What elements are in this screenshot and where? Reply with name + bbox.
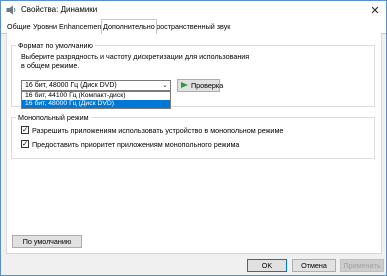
tab-general[interactable]: Общие [6,21,32,33]
close-button[interactable]: ✕ [364,1,386,19]
restore-defaults-button[interactable]: По умолчанию [12,235,82,248]
sample-format-value: 16 бит, 48000 Гц (Диск DVD) [25,82,117,89]
window-title: Свойства: Динамики [21,5,98,14]
close-icon: ✕ [370,4,380,17]
tab-advanced[interactable]: Дополнительно [101,19,157,34]
allow-exclusive-checkbox[interactable]: ✓ [21,126,29,134]
checkmark-icon: ✓ [22,139,29,148]
test-button-label: Проверка [191,81,224,90]
sample-format-dropdown: 16 бит, 44100 Гц (Компакт-диск) 16 бит, … [21,91,171,109]
sample-format-select[interactable]: 16 бит, 48000 Гц (Диск DVD) ⌄ [21,80,171,91]
allow-exclusive-label: Разрешить приложениям использовать устро… [32,125,284,135]
format-option-44100[interactable]: 16 бит, 44100 Гц (Компакт-диск) [22,92,170,100]
title-bar[interactable]: Свойства: Динамики ✕ [1,1,386,19]
format-option-48000[interactable]: 16 бит, 48000 Гц (Диск DVD) [22,100,170,108]
format-description-line2: в общем режиме. [21,61,80,70]
test-button[interactable]: Проверка [177,79,224,92]
tab-spatial-sound[interactable]: Пространственный звук [150,21,231,33]
checkmark-icon: ✓ [22,125,29,134]
give-priority-checkbox[interactable]: ✓ [21,140,29,148]
play-icon [181,82,188,88]
chevron-down-icon: ⌄ [162,82,168,89]
allow-exclusive-row[interactable]: ✓ Разрешить приложениям использовать уст… [21,125,283,135]
speaker-icon [6,5,17,15]
tab-strip: Общие Уровни Enhancements Дополнительно … [1,19,386,34]
tab-page-advanced: Формат по умолчанию Выберите разрядность… [6,33,382,254]
format-description-line1: Выберите разрядность и частоту дискретиз… [21,52,250,61]
give-priority-row[interactable]: ✓ Предоставить приоритет приложениям мон… [21,139,239,149]
cancel-button[interactable]: Отмена [292,259,336,272]
apply-button[interactable]: Применить [340,259,384,272]
default-format-label: Формат по умолчанию [16,41,95,50]
properties-window: Свойства: Динамики ✕ Общие Уровни Enhanc… [0,0,387,276]
ok-button[interactable]: OK [247,259,287,272]
exclusive-mode-group: Монопольный режим [11,113,375,159]
tab-levels[interactable]: Уровни [32,21,58,33]
give-priority-label: Предоставить приоритет приложениям моноп… [32,139,240,149]
exclusive-mode-label: Монопольный режим [16,113,91,122]
